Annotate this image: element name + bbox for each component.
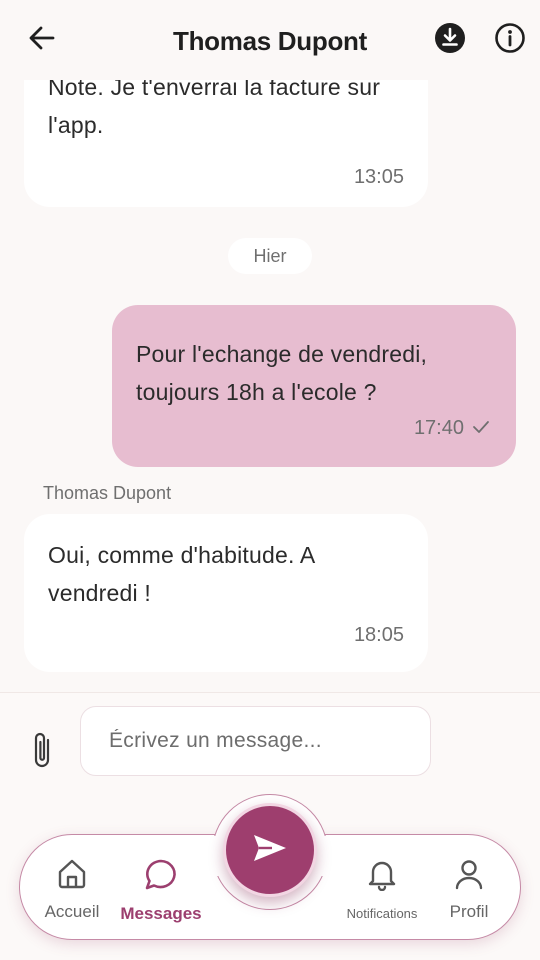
nav-item-profile[interactable]: Profil xyxy=(434,835,504,941)
send-icon xyxy=(252,833,288,868)
message-time: 18:05 xyxy=(353,624,404,646)
message-sender: Thomas Dupont xyxy=(43,483,172,503)
message-time: 17:40 xyxy=(413,417,464,439)
info-button[interactable] xyxy=(488,18,532,62)
info-icon xyxy=(494,22,526,59)
date-separator: Hier xyxy=(228,238,312,274)
message-text: Oui, comme d'habitude. A vendredi ! xyxy=(48,542,315,606)
app-header: Thomas Dupont xyxy=(0,0,540,80)
nav-label: Notifications xyxy=(346,906,418,921)
paperclip-icon xyxy=(26,732,60,776)
message-bubble-incoming: Oui, comme d'habitude. A vendredi ! 18:0… xyxy=(24,514,428,672)
send-button[interactable] xyxy=(223,803,317,897)
home-icon xyxy=(55,857,89,896)
message-bubble-outgoing: Pour l'echange de vendredi, toujours 18h… xyxy=(112,305,516,467)
attach-button[interactable] xyxy=(26,730,60,772)
nav-item-messages[interactable]: Messages xyxy=(118,835,204,941)
nav-label: Profil xyxy=(449,902,489,921)
message-text: Pour l'echange de vendredi, toujours 18h… xyxy=(136,341,428,405)
nav-label: Accueil xyxy=(44,902,100,921)
nav-item-home[interactable]: Accueil xyxy=(32,835,112,941)
message-list[interactable]: Note. Je t'enverrai la facture sur l'app… xyxy=(0,0,540,690)
download-icon xyxy=(434,22,466,59)
chat-bubble-icon xyxy=(143,857,179,898)
message-input[interactable] xyxy=(80,706,431,776)
user-icon xyxy=(452,857,486,896)
checkmark-icon xyxy=(472,417,490,440)
message-time: 13:05 xyxy=(353,166,404,188)
download-button[interactable] xyxy=(428,18,472,62)
message-time-row: 17:40 xyxy=(414,417,490,440)
nav-item-notifications[interactable]: Notifications xyxy=(334,835,430,941)
bell-icon xyxy=(365,857,399,896)
nav-label: Messages xyxy=(120,904,202,923)
